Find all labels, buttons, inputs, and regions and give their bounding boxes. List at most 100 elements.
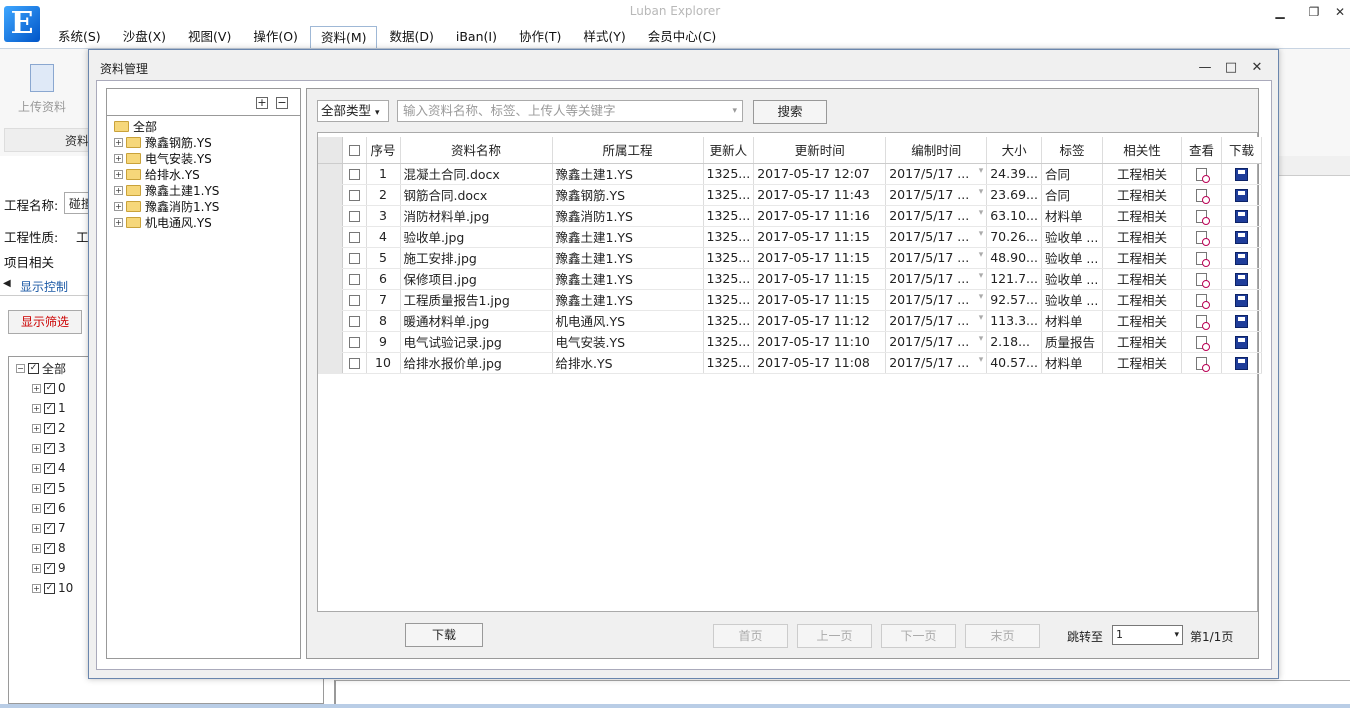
expand-icon[interactable]: +: [32, 523, 41, 533]
col-user[interactable]: 更新人: [703, 137, 755, 164]
row-header[interactable]: [318, 184, 343, 206]
view-button[interactable]: [1181, 352, 1222, 374]
menu-operation[interactable]: 操作(O): [243, 26, 308, 48]
row-checkbox[interactable]: [342, 205, 367, 227]
layer-item[interactable]: + ✓ 1: [32, 400, 66, 416]
tab-display-control[interactable]: 显示控制: [20, 278, 68, 295]
expand-icon[interactable]: +: [32, 503, 41, 513]
table-row[interactable]: 6 保修项目.jpg 豫鑫土建1.YS 1325... 2017-05-17 11:15…: [318, 268, 1262, 290]
cell-compiled[interactable]: 2017/5/17 ... ▾: [885, 352, 988, 374]
layer-item[interactable]: + ✓ 10: [32, 580, 73, 596]
view-button[interactable]: [1181, 331, 1222, 353]
cell-compiled[interactable]: 2017/5/17 ... ▾: [885, 247, 988, 269]
layer-item[interactable]: + ✓ 5: [32, 480, 66, 496]
row-download-button[interactable]: [1221, 310, 1262, 332]
row-download-button[interactable]: [1221, 247, 1262, 269]
row-checkbox[interactable]: [342, 268, 367, 290]
menu-sandbox[interactable]: 沙盘(X): [113, 26, 176, 48]
row-header[interactable]: [318, 247, 343, 269]
checkbox-checked-icon[interactable]: ✓: [44, 462, 55, 474]
cell-compiled[interactable]: 2017/5/17 ... ▾: [885, 184, 988, 206]
row-download-button[interactable]: [1221, 184, 1262, 206]
cell-compiled[interactable]: 2017/5/17 ... ▾: [885, 163, 988, 185]
view-button[interactable]: [1181, 205, 1222, 227]
col-name[interactable]: 资料名称: [400, 137, 553, 164]
table-row[interactable]: 1 混凝土合同.docx 豫鑫土建1.YS 1325... 2017-05-17 12:…: [318, 163, 1262, 185]
cell-compiled[interactable]: 2017/5/17 ... ▾: [885, 226, 988, 248]
chevron-down-icon[interactable]: ▾: [979, 250, 984, 260]
expand-icon[interactable]: +: [114, 201, 123, 211]
menu-data[interactable]: 数据(D): [379, 26, 443, 48]
row-download-button[interactable]: [1221, 352, 1262, 374]
layer-item[interactable]: + ✓ 0: [32, 380, 66, 396]
restore-button[interactable]: ❐: [1304, 4, 1324, 20]
table-row[interactable]: 7 工程质量报告1.jpg 豫鑫土建1.YS 1325... 2017-05-17 11…: [318, 289, 1262, 311]
row-download-button[interactable]: [1221, 268, 1262, 290]
col-tag[interactable]: 标签: [1041, 137, 1103, 164]
row-header[interactable]: [318, 163, 343, 185]
expand-icon[interactable]: +: [32, 483, 41, 493]
display-filter-button[interactable]: 显示筛选: [8, 310, 82, 334]
row-header[interactable]: [318, 289, 343, 311]
row-checkbox[interactable]: [342, 163, 367, 185]
checkbox-checked-icon[interactable]: ✓: [44, 582, 55, 594]
expand-icon[interactable]: +: [32, 463, 41, 473]
chevron-down-icon[interactable]: ▾: [979, 292, 984, 302]
row-checkbox[interactable]: [342, 184, 367, 206]
first-page-button[interactable]: 首页: [713, 624, 788, 648]
tree-item[interactable]: + 豫鑫消防1.YS: [114, 198, 219, 214]
chevron-down-icon[interactable]: ▾: [979, 355, 984, 365]
menu-system[interactable]: 系统(S): [48, 26, 111, 48]
download-button[interactable]: 下载: [405, 623, 483, 647]
search-input[interactable]: 输入资料名称、标签、上传人等关键字 ▾: [397, 100, 743, 122]
view-button[interactable]: [1181, 310, 1222, 332]
checkbox-checked-icon[interactable]: ✓: [44, 542, 55, 554]
chevron-down-icon[interactable]: ▾: [979, 229, 984, 239]
layer-root[interactable]: − ✓ 全部: [16, 360, 66, 376]
table-row[interactable]: 2 钢筋合同.docx 豫鑫钢筋.YS 1325... 2017-05-17 11:43…: [318, 184, 1262, 206]
table-row[interactable]: 3 消防材料单.jpg 豫鑫消防1.YS 1325... 2017-05-17 11:1…: [318, 205, 1262, 227]
project-name-field[interactable]: 碰撞: [64, 192, 90, 214]
checkbox-checked-icon[interactable]: ✓: [44, 442, 55, 454]
page-select[interactable]: 1 ▾: [1112, 625, 1183, 645]
table-row[interactable]: 8 暖通材料单.jpg 机电通风.YS 1325... 2017-05-17 11:12…: [318, 310, 1262, 332]
row-header[interactable]: [318, 226, 343, 248]
row-download-button[interactable]: [1221, 331, 1262, 353]
expand-icon[interactable]: +: [32, 563, 41, 573]
dialog-maximize-button[interactable]: □: [1222, 60, 1240, 76]
row-checkbox[interactable]: [342, 352, 367, 374]
row-header[interactable]: [318, 331, 343, 353]
layer-item[interactable]: + ✓ 2: [32, 420, 66, 436]
table-row[interactable]: 10 给排水报价单.jpg 给排水.YS 1325... 2017-05-17 11:0…: [318, 352, 1262, 374]
expand-icon[interactable]: +: [114, 153, 123, 163]
tree-item[interactable]: + 豫鑫钢筋.YS: [114, 134, 212, 150]
chevron-down-icon[interactable]: ▾: [979, 334, 984, 344]
view-button[interactable]: [1181, 247, 1222, 269]
collapse-all-button[interactable]: −: [276, 97, 288, 109]
row-checkbox[interactable]: [342, 226, 367, 248]
view-button[interactable]: [1181, 184, 1222, 206]
next-page-button[interactable]: 下一页: [881, 624, 956, 648]
menu-collab[interactable]: 协作(T): [509, 26, 571, 48]
last-page-button[interactable]: 末页: [965, 624, 1040, 648]
menu-materials[interactable]: 资料(M): [309, 26, 378, 48]
chevron-down-icon[interactable]: ▾: [979, 208, 984, 218]
expand-icon[interactable]: +: [114, 185, 123, 195]
expand-all-button[interactable]: +: [256, 97, 268, 109]
row-checkbox[interactable]: [342, 331, 367, 353]
chevron-down-icon[interactable]: ▾: [979, 187, 984, 197]
chevron-down-icon[interactable]: ▾: [979, 313, 984, 323]
dialog-minimize-button[interactable]: —: [1196, 60, 1214, 76]
layer-item[interactable]: + ✓ 3: [32, 440, 66, 456]
col-relevance[interactable]: 相关性: [1102, 137, 1182, 164]
checkbox-checked-icon[interactable]: ✓: [44, 482, 55, 494]
row-checkbox[interactable]: [342, 247, 367, 269]
row-header[interactable]: [318, 352, 343, 374]
cell-compiled[interactable]: 2017/5/17 ... ▾: [885, 310, 988, 332]
view-button[interactable]: [1181, 226, 1222, 248]
checkbox-checked-icon[interactable]: ✓: [44, 562, 55, 574]
layer-item[interactable]: + ✓ 8: [32, 540, 66, 556]
tree-item[interactable]: + 给排水.YS: [114, 166, 200, 182]
expand-icon[interactable]: +: [32, 423, 41, 433]
row-header[interactable]: [318, 205, 343, 227]
